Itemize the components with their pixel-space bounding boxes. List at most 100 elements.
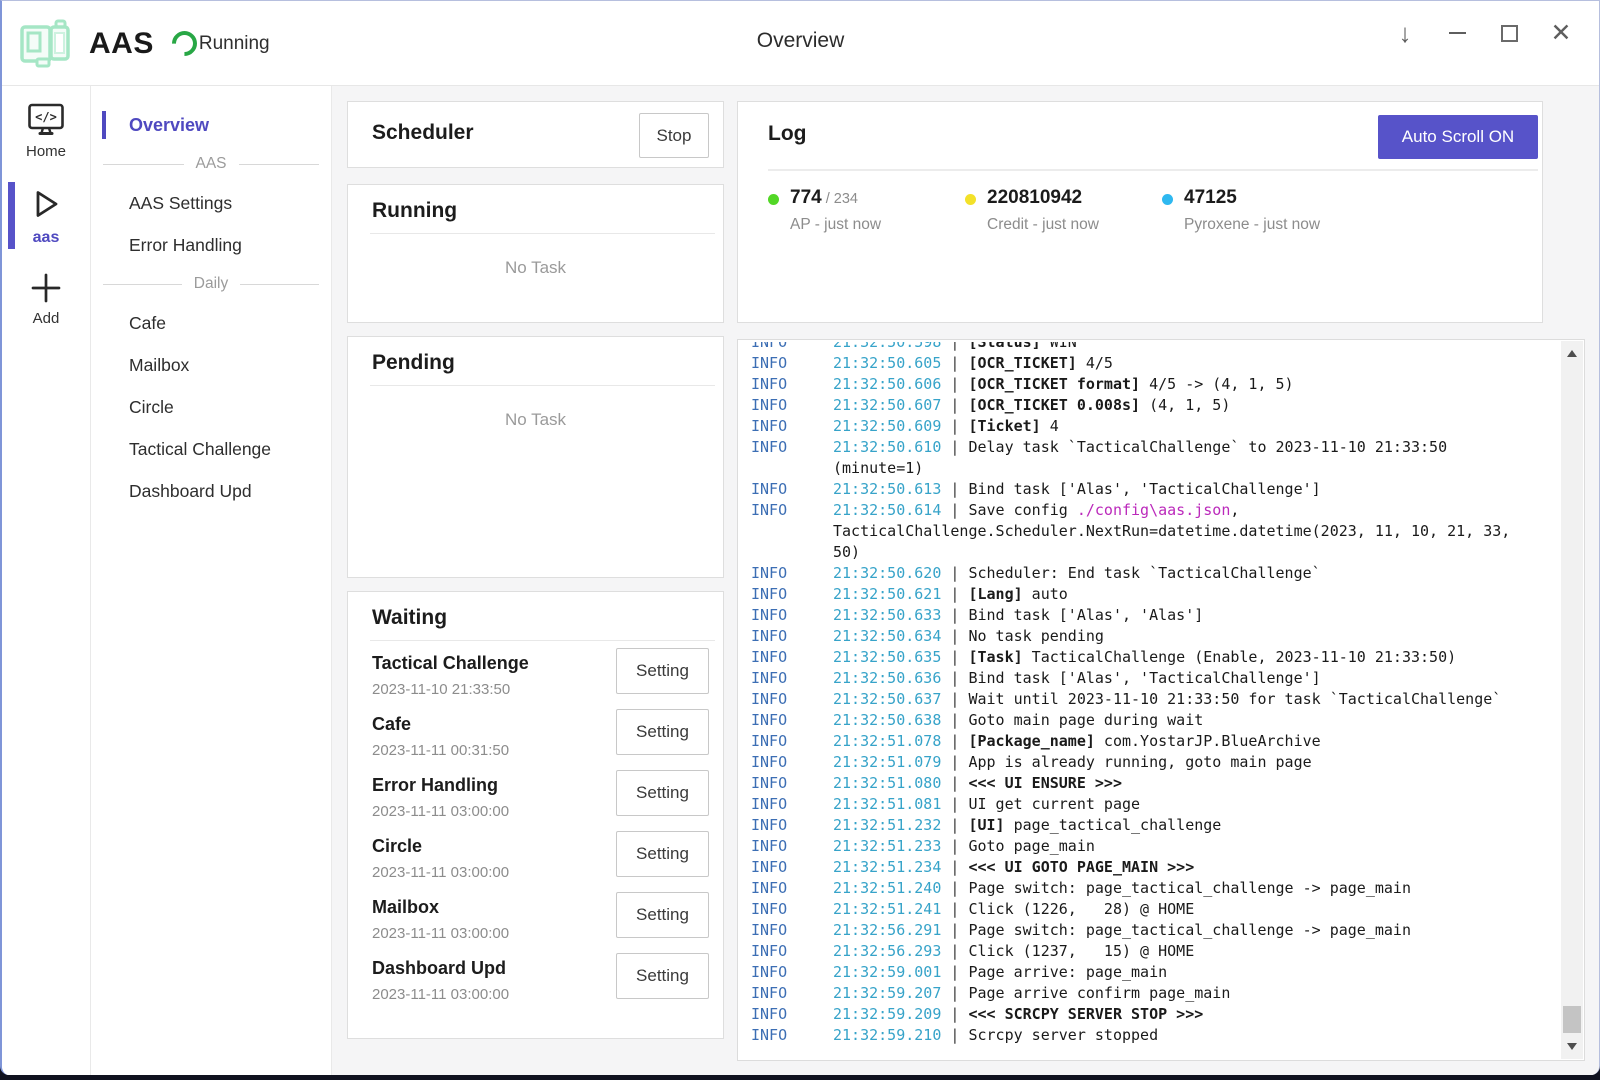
log-segment: WIN — [1041, 342, 1077, 351]
divider — [370, 640, 715, 641]
stat-label: Pyroxene - just now — [1184, 216, 1320, 234]
stat-dot-icon — [1162, 194, 1173, 205]
log-separator: | — [941, 564, 968, 582]
sidebar-item-mailbox[interactable]: Mailbox — [91, 344, 331, 386]
log-segment: Page arrive: page_main — [968, 963, 1167, 981]
log-time: 21:32:56.291 — [833, 921, 941, 939]
log-output[interactable]: INFO21:32:50.598 | [Status] WININFO21:32… — [737, 339, 1585, 1061]
log-line: INFO21:32:56.291 | Page switch: page_tac… — [738, 920, 1560, 941]
sidebar-item-aas-settings[interactable]: AAS Settings — [91, 182, 331, 224]
stop-button[interactable]: Stop — [639, 113, 709, 158]
log-time: 21:32:59.001 — [833, 963, 941, 981]
log-line: INFO21:32:50.605 | [OCR_TICKET] 4/5 — [738, 353, 1560, 374]
log-segment: com.YostarJP.BlueArchive — [1095, 732, 1321, 750]
sidebar-item-label: Error Handling — [129, 235, 242, 256]
divider — [768, 169, 1538, 171]
log-segment: [Ticket] — [968, 417, 1040, 435]
auto-scroll-button[interactable]: Auto Scroll ON — [1378, 115, 1538, 159]
log-line: INFO21:32:50.613 | Bind task ['Alas', 'T… — [738, 479, 1560, 500]
task-setting-button[interactable]: Setting — [616, 953, 709, 999]
log-line: INFO21:32:51.080 | <<< UI ENSURE >>> — [738, 773, 1560, 794]
log-segment: <<< SCRCPY SERVER STOP >>> — [968, 1005, 1203, 1023]
log-time: 21:32:50.637 — [833, 690, 941, 708]
scroll-thumb[interactable] — [1563, 1006, 1581, 1033]
scheduler-title: Scheduler — [372, 121, 474, 145]
log-segment: Click (1237, 15) @ HOME — [968, 942, 1194, 960]
log-level: INFO — [751, 773, 787, 794]
log-level: INFO — [751, 563, 787, 584]
pending-card: Pending No Task — [347, 336, 724, 578]
log-separator: | — [941, 753, 968, 771]
log-segment: 4 — [1041, 417, 1059, 435]
log-message: Click (1237, 15) @ HOME — [968, 942, 1194, 960]
sidebar-item-label: Circle — [129, 397, 174, 418]
maximize-button[interactable] — [1487, 11, 1531, 55]
log-message: No task pending — [968, 627, 1103, 645]
running-title: Running — [348, 185, 723, 233]
scroll-down-icon[interactable] — [1567, 1043, 1577, 1050]
task-setting-button[interactable]: Setting — [616, 831, 709, 877]
log-segment: Bind task ['Alas', 'TacticalChallenge'] — [968, 480, 1320, 498]
sidebar-item-aas[interactable]: aas — [2, 182, 90, 249]
sidebar-item-error-handling[interactable]: Error Handling — [91, 224, 331, 266]
log-message: <<< UI GOTO PAGE_MAIN >>> — [968, 858, 1194, 876]
log-message: Bind task ['Alas', 'Alas'] — [968, 606, 1203, 624]
log-time: 21:32:50.610 — [833, 438, 941, 456]
sidebar-nav: OverviewAASAAS SettingsError HandlingDai… — [91, 86, 332, 1075]
sidebar-item-circle[interactable]: Circle — [91, 386, 331, 428]
log-message: Bind task ['Alas', 'TacticalChallenge'] — [968, 480, 1320, 498]
section-label: AAS — [196, 155, 227, 173]
sidebar-item-home[interactable]: </> Home — [2, 100, 90, 162]
log-message: [Ticket] 4 — [968, 417, 1058, 435]
app-brand: AAS Running — [15, 1, 270, 86]
divider-line — [240, 284, 319, 285]
task-setting-button[interactable]: Setting — [616, 770, 709, 816]
sidebar-item-add[interactable]: Add — [2, 269, 90, 329]
update-download-icon[interactable]: ↓ — [1383, 11, 1427, 55]
app-window: AAS Running Overview ↓ ✕ </> H — [0, 0, 1600, 1075]
log-segment: Page switch: page_tactical_challenge -> … — [968, 921, 1411, 939]
log-separator: | — [941, 1026, 968, 1044]
plus-icon — [29, 271, 63, 305]
log-level: INFO — [751, 1004, 787, 1025]
log-line: INFO21:32:51.232 | [UI] page_tactical_ch… — [738, 815, 1560, 836]
scroll-up-icon[interactable] — [1567, 350, 1577, 357]
log-message: Scheduler: End task `TacticalChallenge` — [968, 564, 1320, 582]
task-setting-button[interactable]: Setting — [616, 892, 709, 938]
log-level: INFO — [751, 500, 787, 521]
sidebar-item-tactical-challenge[interactable]: Tactical Challenge — [91, 428, 331, 470]
log-scrollbar[interactable] — [1561, 341, 1583, 1059]
log-message: <<< SCRCPY SERVER STOP >>> — [968, 1005, 1203, 1023]
log-level: INFO — [751, 710, 787, 731]
sidebar-item-label: Tactical Challenge — [129, 439, 271, 460]
pending-empty-text: No Task — [348, 410, 723, 430]
log-separator: | — [941, 837, 968, 855]
minimize-button[interactable] — [1435, 11, 1479, 55]
log-line: INFO21:32:51.078 | [Package_name] com.Yo… — [738, 731, 1560, 752]
main-content: Scheduler Stop Running No Task Pending N… — [332, 86, 1599, 1075]
log-line: INFO21:32:50.637 | Wait until 2023-11-10… — [738, 689, 1560, 710]
log-message: Scrcpy server stopped — [968, 1026, 1158, 1044]
log-separator: | — [941, 585, 968, 603]
log-time: 21:32:56.293 — [833, 942, 941, 960]
task-setting-button[interactable]: Setting — [616, 709, 709, 755]
sidebar-item-dashboard-upd[interactable]: Dashboard Upd — [91, 470, 331, 512]
log-segment: <<< UI ENSURE >>> — [968, 774, 1122, 792]
log-separator: | — [941, 1005, 968, 1023]
log-line: INFO21:32:50.598 | [Status] WIN — [738, 342, 1560, 353]
log-level: INFO — [751, 479, 787, 500]
log-line: INFO21:32:50.614 | Save config ./config\… — [738, 500, 1560, 563]
sidebar-item-overview[interactable]: Overview — [91, 104, 331, 146]
stat-dot-icon — [768, 194, 779, 205]
log-separator: | — [941, 606, 968, 624]
sidebar-item-cafe[interactable]: Cafe — [91, 302, 331, 344]
waiting-card: Waiting Tactical Challenge2023-11-10 21:… — [347, 591, 724, 1039]
log-line: INFO21:32:50.610 | Delay task `TacticalC… — [738, 437, 1560, 479]
close-button[interactable]: ✕ — [1539, 11, 1583, 55]
log-segment: Click (1226, 28) @ HOME — [968, 900, 1194, 918]
log-message: [OCR_TICKET 0.008s] (4, 1, 5) — [968, 396, 1230, 414]
log-level: INFO — [751, 605, 787, 626]
log-message: <<< UI ENSURE >>> — [968, 774, 1122, 792]
stat-pyroxene: 47125Pyroxene - just now — [1162, 187, 1359, 234]
task-setting-button[interactable]: Setting — [616, 648, 709, 694]
